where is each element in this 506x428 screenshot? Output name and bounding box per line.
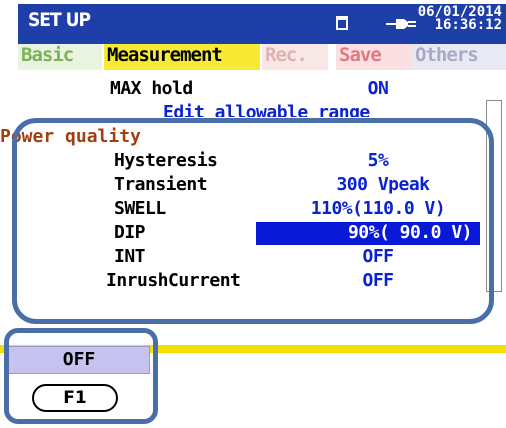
- row-edit-range[interactable]: Edit allowable range: [18, 102, 486, 117]
- max-hold-label: MAX hold: [110, 78, 193, 99]
- tab-rec[interactable]: Rec.: [262, 44, 328, 70]
- power-quality-highlight: [12, 118, 494, 324]
- document-icon: [336, 16, 348, 30]
- tab-measurement[interactable]: Measurement: [104, 44, 260, 70]
- f1-highlight: [4, 328, 158, 424]
- tab-others[interactable]: Others: [412, 44, 506, 70]
- tab-save[interactable]: Save: [336, 44, 412, 70]
- edit-range-label: Edit allowable range: [163, 102, 370, 117]
- time-text: 16:36:12: [434, 17, 502, 33]
- power-plug-icon: [386, 19, 416, 29]
- screen-title: SET UP: [28, 9, 91, 31]
- row-max-hold[interactable]: MAX hold ON: [18, 78, 486, 101]
- datetime: 06/01/2014 16:36:12: [418, 5, 502, 33]
- tab-bar: Basic Measurement Rec. Save Others: [18, 44, 506, 70]
- tab-basic[interactable]: Basic: [18, 44, 102, 70]
- max-hold-value: ON: [367, 78, 389, 99]
- title-bar: SET UP 06/01/2014 16:36:12: [18, 4, 506, 44]
